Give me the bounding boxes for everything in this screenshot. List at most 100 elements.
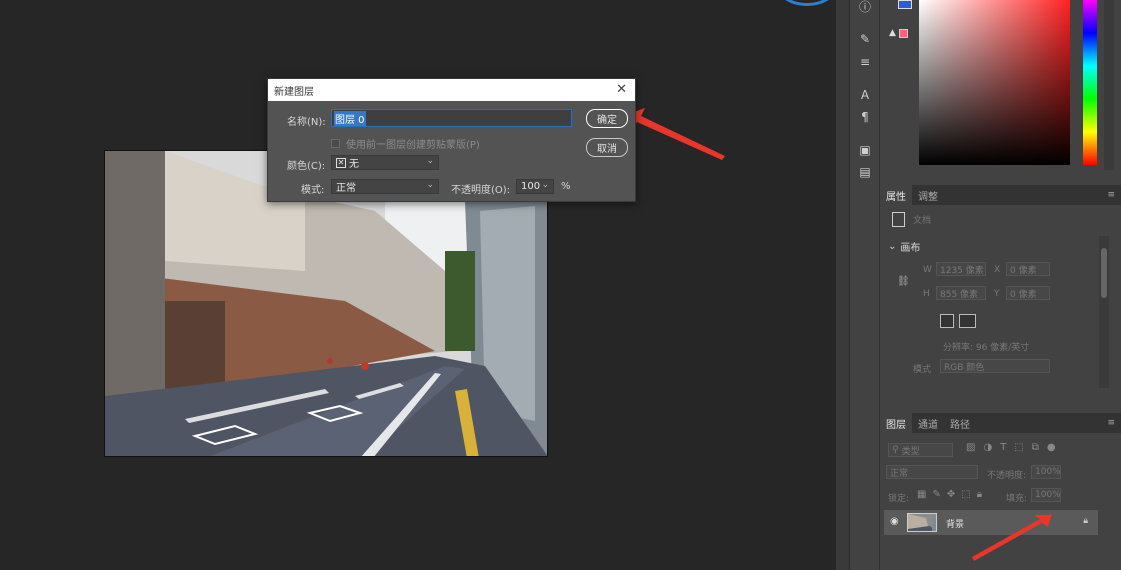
lock-paint-icon[interactable]: ✎ — [932, 489, 940, 500]
fill-label: 填充: — [1006, 494, 1028, 504]
gamut-warning[interactable]: ▲ — [889, 28, 908, 38]
layers-tabbar: 图层 通道 路径 ≡ — [880, 413, 1121, 433]
w-label: W — [923, 265, 932, 275]
properties-scroll-thumb[interactable] — [1101, 248, 1107, 298]
properties-scrollbar[interactable] — [1099, 236, 1109, 388]
landscape-orientation-icon[interactable] — [959, 314, 976, 328]
tab-channels[interactable]: 通道 — [912, 413, 944, 433]
clip-mask-checkbox[interactable] — [331, 139, 340, 148]
x-label: X — [994, 265, 1001, 275]
dialog-titlebar[interactable]: 新建图层 ✕ — [268, 79, 635, 101]
mode-select[interactable]: 正常 ⌄ — [331, 179, 439, 194]
layers-opacity-label: 不透明度: — [987, 471, 1027, 481]
tab-paths[interactable]: 路径 — [944, 413, 976, 433]
canvas-section-title: 画布 — [900, 243, 921, 254]
foreground-color-swatch[interactable] — [898, 0, 912, 9]
tab-properties[interactable]: 属性 — [880, 185, 912, 205]
filter-toggle-icon[interactable]: ● — [1047, 442, 1056, 453]
layer-filter-select[interactable]: ⚲ 类型 — [888, 443, 953, 457]
no-color-icon: ✕ — [336, 157, 346, 168]
opacity-label: 不透明度(O): — [451, 185, 511, 196]
portrait-orientation-icon[interactable] — [940, 314, 954, 328]
new-layer-dialog: 新建图层 ✕ 名称(N): 图层 0 确定 取消 使用前一图层创建剪贴蒙版(P)… — [267, 78, 636, 202]
panel-menu-icon[interactable]: ≡ — [1107, 190, 1115, 200]
properties-tabbar: 属性 调整 ≡ — [880, 185, 1121, 205]
blend-mode-select[interactable]: 正常 — [886, 465, 978, 479]
chevron-down-icon: ⌄ — [426, 180, 434, 190]
color-picker-field[interactable] — [919, 0, 1070, 165]
opacity-input[interactable]: 100 ⌄ — [516, 179, 554, 194]
color-panel-scrollbar[interactable] — [1104, 0, 1114, 170]
tab-adjustments[interactable]: 调整 — [912, 185, 944, 205]
panel-menu-icon[interactable]: ≡ — [1107, 418, 1115, 428]
h-label: H — [923, 289, 930, 299]
clip-mask-label: 使用前一图层创建剪贴蒙版(P) — [346, 140, 480, 151]
resolution-text: 分辨率: 96 像素/英寸 — [943, 343, 1030, 353]
warning-icon: ▲ — [889, 28, 896, 38]
canvas-section-header[interactable]: ⌄ 画布 — [888, 239, 920, 254]
opacity-value: 100 — [521, 181, 541, 192]
y-field[interactable]: 0 像素 — [1006, 286, 1050, 300]
pixel-filter-icon[interactable]: ▨ — [966, 442, 975, 453]
brush-settings-icon[interactable]: ✎ — [858, 32, 872, 46]
link-icon[interactable]: ⛓ — [897, 276, 910, 287]
color-select-value: 无 — [349, 159, 359, 170]
width-field[interactable]: 1235 像素 — [936, 262, 986, 276]
layer-filter-icons: ▨ ◑ T ⬚ ⧉ ● — [966, 442, 1056, 453]
layer-name-input[interactable]: 图层 0 — [331, 109, 572, 127]
character-icon[interactable]: A — [858, 88, 872, 102]
doc-row: 文档 — [892, 212, 931, 227]
fill-field[interactable]: 100% — [1031, 488, 1061, 502]
adjust-sliders-icon[interactable]: ≡ — [858, 55, 872, 69]
height-field[interactable]: 855 像素 — [936, 286, 986, 300]
close-icon[interactable]: ✕ — [616, 82, 627, 97]
name-label: 名称(N): — [287, 117, 326, 128]
color-label: 颜色(C): — [287, 161, 326, 172]
type-filter-icon[interactable]: T — [1000, 442, 1006, 453]
right-panel-column: ▲ 属性 调整 ≡ 文档 ⌄ 画布 W 1235 像素 X 0 像素 ⛓ H 8… — [880, 0, 1121, 570]
eye-visibility-icon[interactable]: ◉ — [890, 516, 899, 527]
mode-select-value: 正常 — [336, 183, 356, 194]
gamut-warning-swatch — [898, 28, 908, 38]
shape-filter-icon[interactable]: ⬚ — [1014, 442, 1023, 453]
smart-object-filter-icon[interactable]: ⧉ — [1032, 442, 1039, 453]
lock-transparent-icon[interactable]: ▦ — [917, 489, 926, 500]
document-icon — [892, 212, 905, 227]
color-mode-label: 模式 — [913, 365, 932, 375]
lock-label: 锁定: — [888, 494, 910, 504]
mode-label: 模式: — [301, 185, 325, 196]
ok-button[interactable]: 确定 — [586, 109, 628, 128]
library-icon[interactable]: ▣ — [858, 143, 872, 157]
chevron-down-icon: ⌄ — [888, 241, 897, 252]
opacity-unit: % — [561, 181, 571, 192]
y-label: Y — [994, 289, 1000, 299]
lock-icons: ▦ ✎ ✥ ⬚ 🔒︎ — [917, 489, 982, 500]
layer-name-value: 图层 0 — [334, 110, 366, 126]
search-icon: ⚲ — [892, 445, 899, 455]
doc-label: 文档 — [913, 216, 932, 226]
lock-position-icon[interactable]: ✥ — [947, 489, 955, 500]
panel-icon-column: ⓘ ✎ ≡ A ¶ ▣ ▤ — [850, 0, 880, 570]
info-icon[interactable]: ⓘ — [858, 0, 872, 14]
layer-filter-value: 类型 — [901, 446, 920, 457]
x-field[interactable]: 0 像素 — [1006, 262, 1050, 276]
notes-icon[interactable]: ▤ — [858, 165, 872, 179]
chevron-down-icon[interactable]: ⌄ — [541, 180, 549, 190]
paragraph-icon[interactable]: ¶ — [858, 110, 872, 124]
collapsed-panel-strip — [836, 0, 850, 570]
color-mode-select[interactable]: RGB 颜色 — [940, 359, 1050, 373]
adjustment-filter-icon[interactable]: ◑ — [983, 442, 992, 453]
hue-slider[interactable] — [1083, 0, 1097, 165]
top-circle-decoration — [778, 0, 836, 6]
color-panel: ▲ — [880, 0, 1121, 180]
lock-artboard-icon[interactable]: ⬚ — [961, 489, 970, 500]
lock-all-icon[interactable]: 🔒︎ — [977, 489, 982, 500]
lock-icon[interactable]: 🔒︎ — [1083, 516, 1088, 526]
chevron-down-icon: ⌄ — [426, 156, 434, 166]
annotation-arrow-layer — [972, 513, 1052, 561]
color-select[interactable]: ✕ 无 ⌄ — [331, 155, 439, 170]
tab-layers[interactable]: 图层 — [880, 413, 912, 433]
layers-opacity-field[interactable]: 100% — [1031, 465, 1061, 479]
cancel-button[interactable]: 取消 — [586, 138, 628, 157]
layer-name: 背景 — [946, 520, 965, 530]
